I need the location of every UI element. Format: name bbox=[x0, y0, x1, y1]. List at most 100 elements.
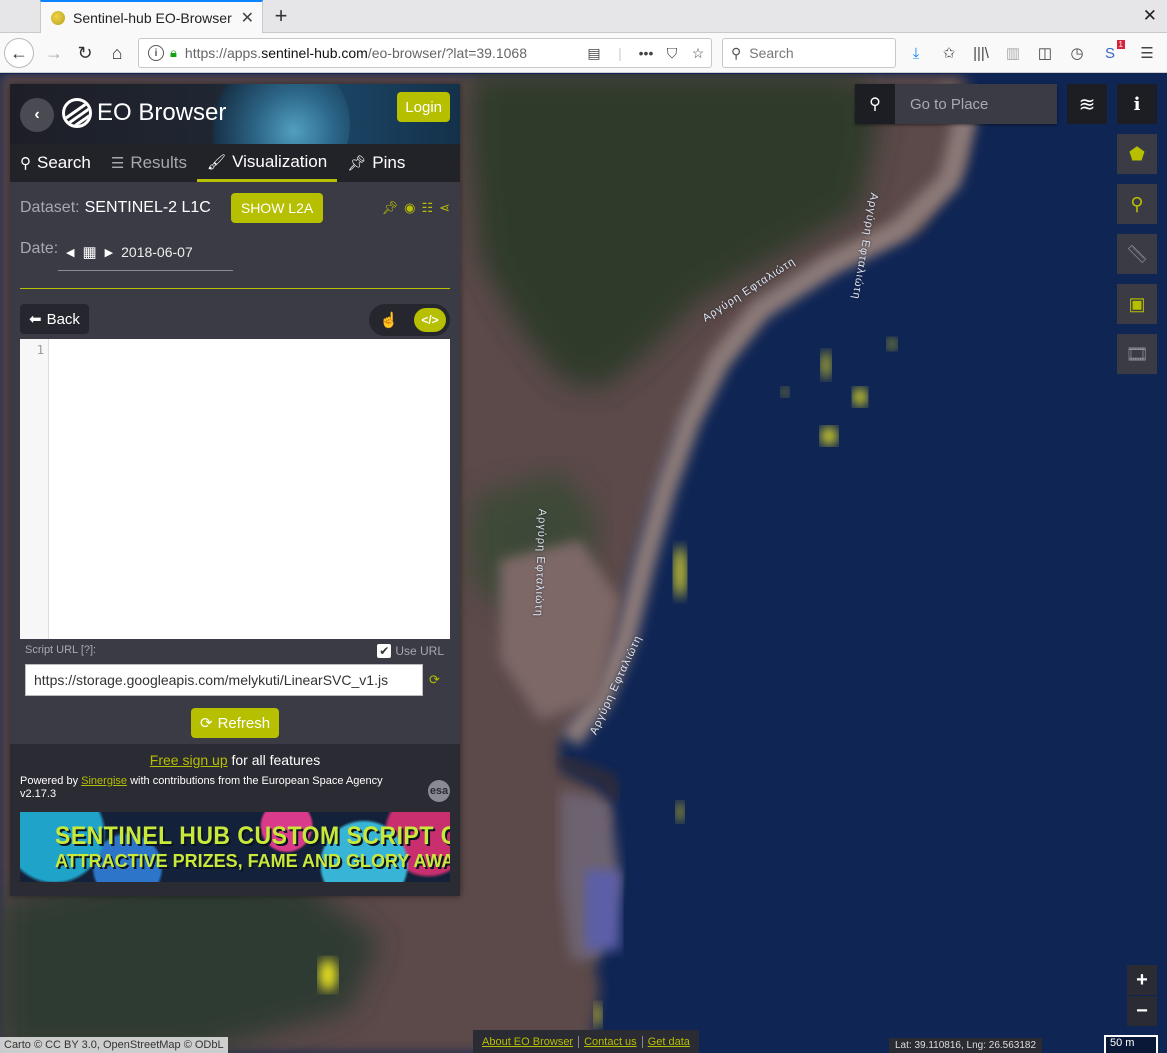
site-info-icon[interactable]: i bbox=[148, 45, 164, 61]
custom-script-editor[interactable]: 1 bbox=[20, 339, 450, 639]
tab-visualization[interactable]: 🖌︎ Visualization bbox=[197, 144, 338, 182]
close-tab-icon[interactable]: ✕ bbox=[241, 8, 254, 28]
arrow-left-icon: ⬅ bbox=[29, 311, 42, 328]
page-actions-icon[interactable]: ••• bbox=[633, 45, 659, 61]
tab-label: Results bbox=[130, 153, 188, 172]
line-number: 1 bbox=[20, 339, 49, 639]
timelapse-film-icon[interactable]: 🎞︎ bbox=[1117, 334, 1157, 374]
close-window-icon[interactable]: ✕ bbox=[1143, 6, 1157, 26]
next-date-icon[interactable]: ▶ bbox=[105, 246, 113, 259]
sliders-icon[interactable]: ☷ bbox=[421, 200, 433, 216]
refresh-button[interactable]: ⟳ Refresh bbox=[191, 708, 280, 738]
esa-logo-icon: esa bbox=[428, 780, 450, 802]
layer-actions: 📌︎ ◉ ☷ ⋖ bbox=[382, 200, 450, 216]
browser-nav-bar: ← → ↻ ⌂ i 🔒︎ https://apps.sentinel-hub.c… bbox=[0, 33, 1167, 73]
sentinel-favicon-icon bbox=[51, 10, 65, 25]
hand-pointer-icon[interactable]: ☝ bbox=[377, 309, 401, 331]
search-icon: ⚲ bbox=[731, 44, 742, 61]
tab-results[interactable]: ☰ Results bbox=[101, 144, 197, 182]
banner-title: SENTINEL HUB CUSTOM SCRIPT CONTEST bbox=[55, 820, 450, 850]
dataset-label: Dataset: bbox=[20, 199, 80, 216]
reload-icon[interactable]: ↻ bbox=[71, 39, 99, 67]
calendar-icon[interactable]: ▦ bbox=[82, 243, 96, 261]
pin-icon[interactable]: 📌︎ bbox=[382, 200, 399, 216]
compare-eye-icon[interactable]: ◉ bbox=[404, 200, 415, 216]
contest-banner[interactable]: SENTINEL HUB CUSTOM SCRIPT CONTEST ATTRA… bbox=[20, 812, 450, 882]
reader-view-icon[interactable]: ▤ bbox=[581, 45, 607, 62]
sidebar-toggle-icon[interactable]: ◫ bbox=[1032, 40, 1058, 66]
home-icon[interactable]: ⌂ bbox=[103, 39, 131, 67]
app-title: EO Browser bbox=[97, 99, 227, 126]
signup-text: for all features bbox=[227, 752, 321, 768]
globe-graphic bbox=[210, 84, 350, 144]
refresh-icon: ⟳ bbox=[200, 715, 213, 732]
login-button[interactable]: Login bbox=[397, 92, 450, 122]
history-icon[interactable]: ◷ bbox=[1064, 40, 1090, 66]
previous-date-icon[interactable]: ◀ bbox=[66, 246, 74, 259]
search-icon: ⚲ bbox=[20, 155, 31, 172]
powered-prefix: Powered by bbox=[20, 775, 82, 787]
extension-badge: 1 bbox=[1116, 40, 1125, 49]
address-bar[interactable]: i 🔒︎ https://apps.sentinel-hub.com/eo-br… bbox=[138, 38, 712, 68]
dataset-value: SENTINEL-2 L1C bbox=[84, 199, 211, 216]
info-icon[interactable]: i bbox=[1117, 84, 1157, 124]
search-icon[interactable]: ⚲ bbox=[855, 84, 895, 124]
divider bbox=[20, 288, 450, 289]
contact-link[interactable]: Contact us bbox=[579, 1035, 643, 1048]
goto-place-input[interactable]: Go to Place bbox=[895, 84, 1057, 124]
new-tab-button[interactable]: + bbox=[271, 3, 291, 29]
forward-arrow-icon[interactable]: → bbox=[40, 39, 68, 67]
powered-by: Powered by Sinergise with contributions … bbox=[20, 775, 400, 801]
about-link[interactable]: About EO Browser bbox=[477, 1035, 580, 1048]
polygon-draw-icon[interactable]: ⬟ bbox=[1117, 134, 1157, 174]
pocket-icon[interactable]: ⛉ bbox=[659, 45, 685, 62]
location-pin-icon[interactable]: ⚲ bbox=[1117, 184, 1157, 224]
free-signup-link[interactable]: Free sign up bbox=[150, 752, 228, 768]
menu-hamburger-icon[interactable]: ☰ bbox=[1134, 40, 1160, 66]
tab-label: Search bbox=[37, 153, 91, 172]
reading-list-icon[interactable]: ▥ bbox=[1000, 40, 1026, 66]
cursor-coordinates: Lat: 39.110816, Lng: 26.563182 bbox=[889, 1038, 1043, 1053]
share-icon[interactable]: ⋖ bbox=[439, 200, 450, 216]
reload-script-icon[interactable]: ⟳ bbox=[429, 672, 440, 688]
date-row: Date: ◀ ▦ ▶ 2018-06-07 bbox=[20, 234, 450, 274]
use-url-checkbox[interactable]: ✔ Use URL bbox=[377, 644, 444, 658]
zoom-in-button[interactable]: + bbox=[1127, 965, 1157, 995]
extension-icon[interactable]: S1 bbox=[1097, 40, 1125, 66]
url-text: https://apps.sentinel-hub.com/eo-browser… bbox=[184, 45, 527, 61]
collapse-chevron-icon[interactable]: ‹ bbox=[20, 98, 54, 132]
checkmark-icon[interactable]: ✔ bbox=[377, 644, 392, 658]
bookmark-manager-icon[interactable]: ✩ bbox=[936, 40, 962, 66]
bookmark-star-icon[interactable]: ☆ bbox=[685, 45, 711, 62]
zoom-out-button[interactable]: − bbox=[1127, 996, 1157, 1026]
date-label: Date: bbox=[20, 240, 59, 257]
date-value[interactable]: 2018-06-07 bbox=[121, 244, 193, 260]
browser-tab[interactable]: Sentinel-hub EO-Browser ✕ bbox=[40, 0, 263, 33]
back-arrow-icon[interactable]: ← bbox=[4, 38, 34, 68]
tab-search[interactable]: ⚲ Search bbox=[10, 144, 101, 182]
ruler-measure-icon[interactable]: 📏︎ bbox=[1117, 234, 1157, 274]
library-icon[interactable]: |||\ bbox=[968, 40, 994, 66]
show-l2a-button[interactable]: SHOW L2A bbox=[230, 193, 324, 223]
date-picker[interactable]: ◀ ▦ ▶ 2018-06-07 bbox=[58, 234, 233, 271]
get-data-link[interactable]: Get data bbox=[643, 1036, 695, 1048]
layers-icon[interactable]: ≋ bbox=[1067, 84, 1107, 124]
goto-place-search[interactable]: ⚲ Go to Place bbox=[855, 84, 1057, 124]
paintbrush-icon: 🖌︎ bbox=[207, 153, 227, 171]
sinergise-link[interactable]: Sinergise bbox=[81, 775, 127, 787]
tab-pins[interactable]: 📌︎ Pins bbox=[337, 144, 415, 182]
tab-title: Sentinel-hub EO-Browser bbox=[73, 9, 232, 26]
browser-search-field[interactable]: ⚲ Search bbox=[722, 38, 896, 68]
editor-mode-toggle[interactable]: ☝ </> bbox=[369, 304, 450, 336]
image-export-icon[interactable]: ▣ bbox=[1117, 284, 1157, 324]
tab-label: Visualization bbox=[232, 151, 328, 171]
script-url-input[interactable]: https://storage.googleapis.com/melykuti/… bbox=[25, 664, 423, 696]
list-icon: ☰ bbox=[110, 155, 125, 172]
refresh-label: Refresh bbox=[217, 714, 271, 732]
eo-browser-logo-icon bbox=[62, 98, 92, 128]
back-button[interactable]: ⬅ Back bbox=[20, 304, 89, 334]
downloads-icon[interactable]: ⤓ bbox=[903, 40, 929, 66]
code-icon[interactable]: </> bbox=[414, 308, 446, 332]
app-header: ‹ EO Browser Login bbox=[10, 84, 460, 144]
browser-tab-bar: Sentinel-hub EO-Browser ✕ + ✕ bbox=[0, 0, 1167, 33]
